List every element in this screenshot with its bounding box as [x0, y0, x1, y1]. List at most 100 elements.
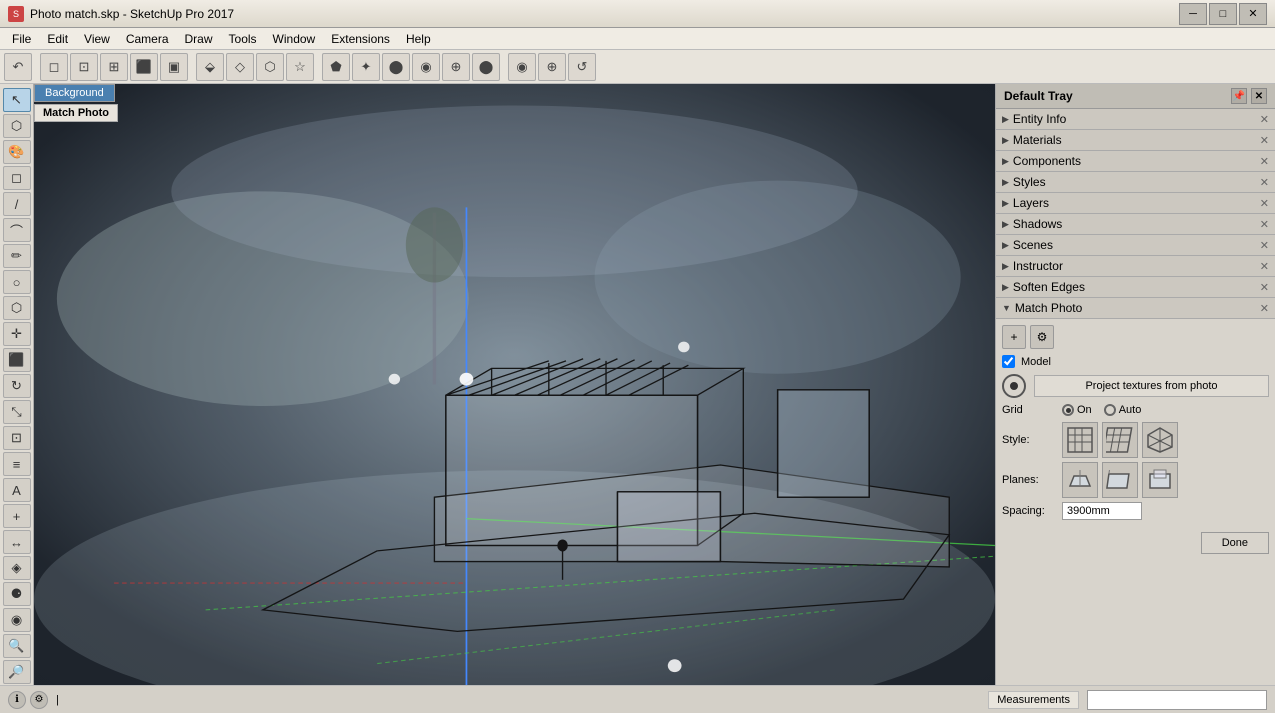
toolbar-button-11[interactable]: ✦ [352, 53, 380, 81]
toolbar-button-12[interactable]: ⬤ [382, 53, 410, 81]
tray-close-icon[interactable]: ✕ [1260, 155, 1269, 168]
menu-item-view[interactable]: View [76, 30, 118, 48]
toolbar-button-4[interactable]: ⬛ [130, 53, 158, 81]
model-checkbox[interactable] [1002, 355, 1015, 368]
toolbar-button-7[interactable]: ◇ [226, 53, 254, 81]
toolbar-button-6[interactable]: ⬙ [196, 53, 224, 81]
done-button[interactable]: Done [1201, 532, 1269, 554]
left-tool-zoom-out[interactable]: 🔎 [3, 660, 31, 684]
menu-item-help[interactable]: Help [398, 30, 439, 48]
tray-header-shadows[interactable]: ▶ Shadows ✕ [996, 214, 1275, 234]
menu-item-window[interactable]: Window [265, 30, 324, 48]
toolbar-button-9[interactable]: ☆ [286, 53, 314, 81]
tray-close-icon[interactable]: ✕ [1260, 176, 1269, 189]
tray-header-materials[interactable]: ▶ Materials ✕ [996, 130, 1275, 150]
left-tool-line[interactable]: / [3, 192, 31, 216]
tray-header-layers[interactable]: ▶ Layers ✕ [996, 193, 1275, 213]
left-tool-dim[interactable]: ↔ [3, 530, 31, 554]
tray-close-icon[interactable]: ✕ [1260, 134, 1269, 147]
tray-header-entity-info[interactable]: ▶ Entity Info ✕ [996, 109, 1275, 129]
left-tool-scale[interactable]: ⤡ [3, 400, 31, 424]
toolbar-button-18[interactable]: ↺ [568, 53, 596, 81]
plane-icon-2[interactable] [1102, 462, 1138, 498]
toolbar-button-5[interactable]: ▣ [160, 53, 188, 81]
style-icon-1[interactable] [1062, 422, 1098, 458]
tray-close-icon[interactable]: ✕ [1260, 197, 1269, 210]
left-tool-components[interactable]: ⬡ [3, 114, 31, 138]
toolbar-button-10[interactable]: ⬟ [322, 53, 350, 81]
toolbar-button-17[interactable]: ⊕ [538, 53, 566, 81]
tray-header-styles[interactable]: ▶ Styles ✕ [996, 172, 1275, 192]
match-photo-settings-button[interactable]: ⚙ [1030, 325, 1054, 349]
tray-header-soften-edges[interactable]: ▶ Soften Edges ✕ [996, 277, 1275, 297]
menu-item-tools[interactable]: Tools [221, 30, 265, 48]
menu-item-camera[interactable]: Camera [118, 30, 177, 48]
toolbar-button-8[interactable]: ⬡ [256, 53, 284, 81]
settings-icon[interactable]: ⚙ [30, 691, 48, 709]
left-tool-rotate[interactable]: ↻ [3, 374, 31, 398]
close-button[interactable]: ✕ [1239, 3, 1267, 25]
style-icon-3[interactable] [1142, 422, 1178, 458]
restore-button[interactable]: □ [1209, 3, 1237, 25]
tray-close-icon[interactable]: ✕ [1260, 260, 1269, 273]
project-textures-button[interactable]: Project textures from photo [1034, 375, 1269, 397]
left-tool-pencil[interactable]: ✏ [3, 244, 31, 268]
info-icon[interactable]: ℹ [8, 691, 26, 709]
menu-item-file[interactable]: File [4, 30, 39, 48]
left-tool-move[interactable]: ✛ [3, 322, 31, 346]
left-tool-paint[interactable]: 🎨 [3, 140, 31, 164]
add-match-photo-button[interactable]: + [1002, 325, 1026, 349]
left-tool-axis[interactable]: + [3, 504, 31, 528]
minimize-button[interactable]: ─ [1179, 3, 1207, 25]
tray-close-icon[interactable]: ✕ [1260, 218, 1269, 231]
tray-header-instructor[interactable]: ▶ Instructor ✕ [996, 256, 1275, 276]
measurements-input[interactable] [1087, 690, 1267, 710]
left-tool-zoom[interactable]: 🔍 [3, 634, 31, 658]
tray-header-components[interactable]: ▶ Components ✕ [996, 151, 1275, 171]
panel-close-button[interactable]: ✕ [1251, 88, 1267, 104]
tray-close-icon[interactable]: ✕ [1260, 281, 1269, 294]
viewport[interactable]: Background Match Photo [34, 84, 995, 685]
toolbar-button-1[interactable]: ◻ [40, 53, 68, 81]
toolbar-button-15[interactable]: ⬤ [472, 53, 500, 81]
plane-icon-1[interactable] [1062, 462, 1098, 498]
left-tool-poly[interactable]: ⬡ [3, 296, 31, 320]
left-tool-look[interactable]: ◉ [3, 608, 31, 632]
tray-close-icon[interactable]: ✕ [1260, 113, 1269, 126]
left-tool-text[interactable]: A [3, 478, 31, 502]
spacing-input[interactable] [1062, 502, 1142, 520]
left-tool-circle[interactable]: ○ [3, 270, 31, 294]
grid-on-radio[interactable] [1062, 404, 1074, 416]
style-icon-2[interactable] [1102, 422, 1138, 458]
tray-sections: ▶ Entity Info ✕ ▶ Materials ✕ ▶ Componen… [996, 109, 1275, 319]
tray-title: Match Photo [1015, 301, 1256, 315]
menu-item-draw[interactable]: Draw [177, 30, 221, 48]
menu-item-edit[interactable]: Edit [39, 30, 76, 48]
menu-item-extensions[interactable]: Extensions [323, 30, 398, 48]
toolbar-button-13[interactable]: ◉ [412, 53, 440, 81]
left-tool-section[interactable]: ◈ [3, 556, 31, 580]
tray-close-icon[interactable]: ✕ [1260, 302, 1269, 315]
background-tab[interactable]: Background [34, 84, 115, 102]
toolbar-button-3[interactable]: ⊞ [100, 53, 128, 81]
toolbar-button-14[interactable]: ⊕ [442, 53, 470, 81]
left-tool-eraser[interactable]: ◻ [3, 166, 31, 190]
left-tool-walk[interactable]: ⚈ [3, 582, 31, 606]
left-tool-arc[interactable]: ⌒ [3, 218, 31, 242]
toolbar-button-16[interactable]: ◉ [508, 53, 536, 81]
toolbar-button-2[interactable]: ⊡ [70, 53, 98, 81]
toolbar-button-0[interactable]: ↶ [4, 53, 32, 81]
left-tool-push[interactable]: ⬛ [3, 348, 31, 372]
left-tool-offset[interactable]: ⊡ [3, 426, 31, 450]
tray-title: Soften Edges [1013, 280, 1256, 294]
grid-on-option[interactable]: On [1062, 404, 1092, 416]
grid-auto-radio[interactable] [1104, 404, 1116, 416]
tray-header-match-photo[interactable]: ▼ Match Photo ✕ [996, 298, 1275, 318]
grid-auto-option[interactable]: Auto [1104, 404, 1142, 416]
tray-close-icon[interactable]: ✕ [1260, 239, 1269, 252]
plane-icon-3[interactable] [1142, 462, 1178, 498]
panel-pin-button[interactable]: 📌 [1231, 88, 1247, 104]
left-tool-tape[interactable]: ≡ [3, 452, 31, 476]
left-tool-select[interactable]: ↖ [3, 88, 31, 112]
tray-header-scenes[interactable]: ▶ Scenes ✕ [996, 235, 1275, 255]
